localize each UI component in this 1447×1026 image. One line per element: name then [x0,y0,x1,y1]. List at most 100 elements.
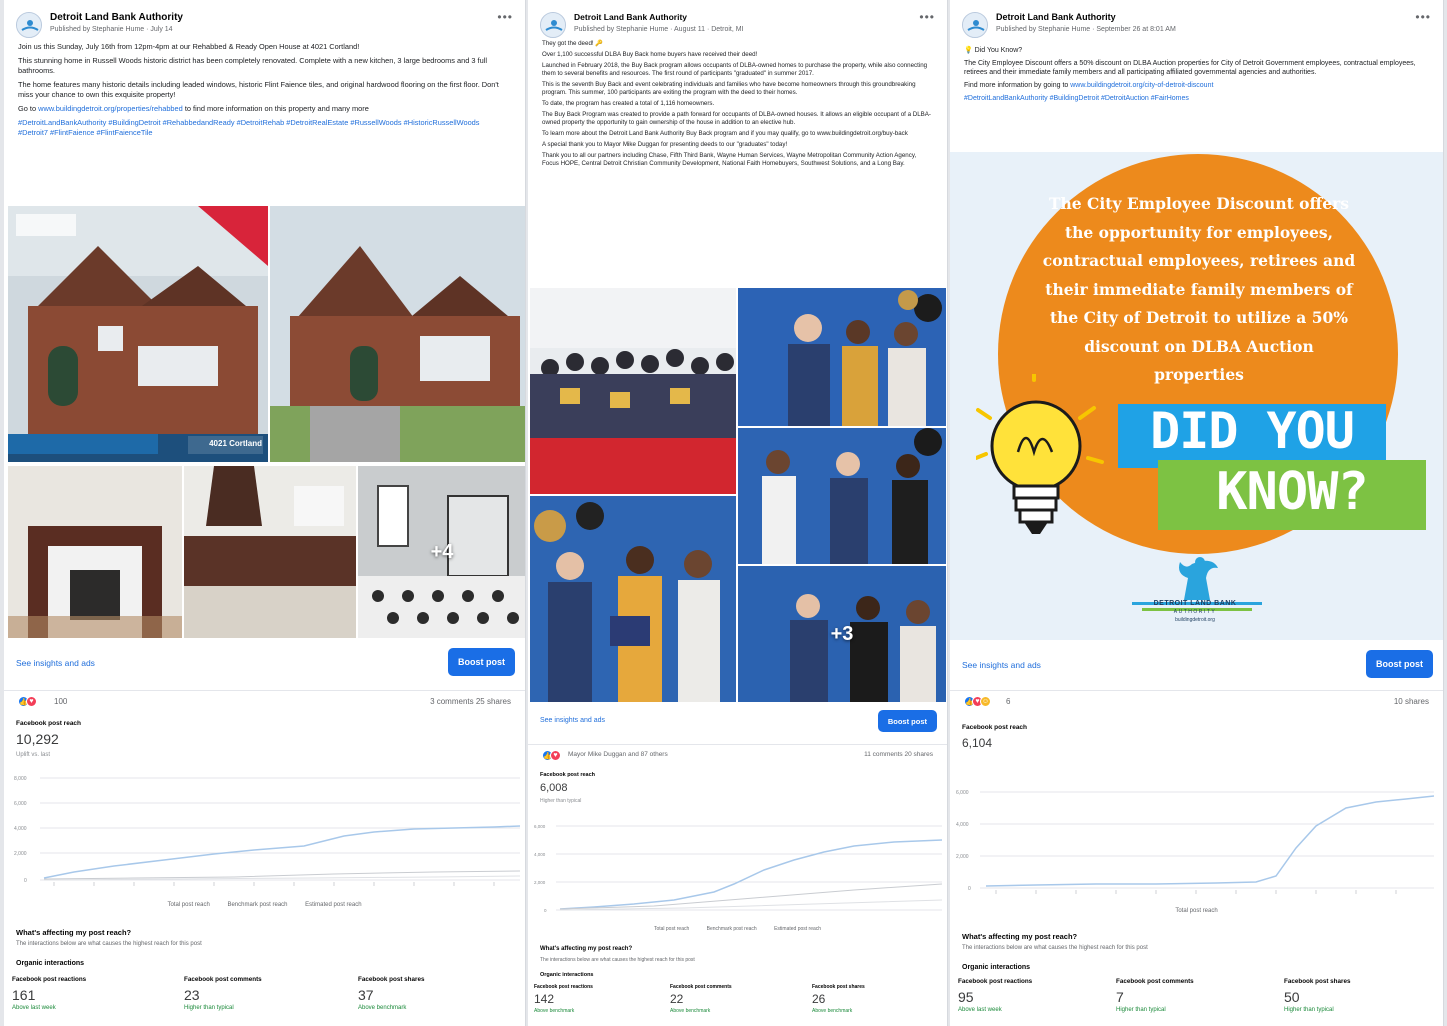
stat-change: Higher than typical [1284,1007,1334,1013]
y-tick: 4,000 [956,822,969,828]
boost-post-button[interactable]: Boost post [877,710,937,732]
more-options-icon[interactable]: ••• [919,10,935,24]
published-line: Published by Stephanie Hume · September … [996,26,1176,33]
logo-url: buildingdetroit.org [1175,617,1215,623]
chart-legend: Total post reach [950,908,1443,914]
more-photos-count[interactable]: +4 [358,466,525,638]
organic-interactions-title: Organic interactions [540,972,594,978]
hashtags[interactable]: #DetroitLandBankAuthority #BuildingDetro… [964,94,1429,103]
logo-subtitle: AUTHORITY [1173,609,1217,615]
chart-legend: Total post reach Benchmark post reach Es… [4,902,525,908]
stat-value: 142 [534,992,555,1006]
boost-post-button[interactable]: Boost post [1366,650,1433,678]
see-insights-link[interactable]: See insights and ads [540,717,605,724]
page-avatar[interactable] [962,12,988,38]
post-actions: See insights and ads Boost post [4,648,525,682]
post-paragraph: They got the deed! 🔑 [542,40,604,47]
see-insights-link[interactable]: See insights and ads [16,658,95,668]
comments-shares-count[interactable]: 11 comments 20 shares [864,751,933,758]
y-tick: 4,000 [14,826,27,832]
chart-legend: Total post reach Benchmark post reach Es… [528,926,947,932]
post-text: Join us this Sunday, July 16th from 12pm… [4,40,525,137]
photo-deed-handoff[interactable]: +3 [738,566,946,702]
stat-change: Above benchmark [534,1008,575,1014]
reach-chart: 8,000 6,000 4,000 2,000 0 [14,768,520,894]
post-paragraph: Join us this Sunday, July 16th from 12pm… [18,42,360,51]
photo-fireplace[interactable] [8,466,182,638]
legend-item: Benchmark post reach [706,926,757,932]
stat-shares: Facebook post shares 37 Above benchmark [358,976,425,1011]
published-line: Published by Stephanie Hume · August 11 … [574,26,744,33]
post-header: Detroit Land Bank Authority Published by… [950,0,1443,40]
photo-deed-presentation[interactable] [738,288,946,426]
photo-handshake[interactable] [738,428,946,564]
reactions-row: 👍 ♥ 100 3 comments 25 shares [4,690,525,708]
y-tick: 6,000 [534,824,546,829]
photo-group[interactable] [530,288,736,494]
stat-value: 161 [12,987,36,1003]
property-link[interactable]: www.buildingdetroit.org/properties/rehab… [38,104,183,113]
page-name[interactable]: Detroit Land Bank Authority [50,12,183,23]
shares-count[interactable]: 10 shares [1394,697,1429,706]
post-paragraph: Launched in February 2018, the Buy Back … [542,62,928,77]
comments-shares-count[interactable]: 3 comments 25 shares [430,697,511,706]
love-icon: ♥ [26,696,37,707]
reaction-count[interactable]: 6 [1006,697,1010,706]
stat-change: Above benchmark [358,1005,407,1011]
stat-value: 95 [958,989,974,1005]
see-insights-link[interactable]: See insights and ads [962,660,1041,670]
stat-reactions: Facebook post reactions 95 Above last we… [958,978,1032,1013]
stat-label: Facebook post comments [184,976,262,983]
discount-link[interactable]: www.buildingdetroit.org/city-of-detroit-… [1070,82,1213,89]
stat-value: 23 [184,987,200,1003]
y-tick: 0 [544,908,547,913]
graphic-headline: The City Employee Discount offers the op… [1042,194,1356,384]
stat-value: 22 [670,992,684,1006]
y-tick: 2,000 [956,854,969,860]
reaction-icons[interactable]: 👍 ♥ [542,750,561,761]
stat-reactions: Facebook post reactions 161 Above last w… [12,976,86,1011]
did-you-know-graphic[interactable]: The City Employee Discount offers the op… [950,152,1443,640]
reach-value: 6,008 [540,782,568,794]
post-paragraph: A special thank you to Mayor Mike Duggan… [542,141,788,148]
affecting-title[interactable]: What's affecting my post reach? [540,946,632,952]
affecting-title[interactable]: What's affecting my post reach? [16,928,131,937]
more-options-icon[interactable]: ••• [1415,10,1431,24]
photo-deed-trio[interactable] [530,496,736,702]
post-paragraph-link: Find more information by going to www.bu… [964,81,1429,90]
post-text: 💡 Did You Know? The City Employee Discou… [950,40,1443,103]
stat-value: 7 [1116,989,1124,1005]
hashtags[interactable]: #DetroitLandBankAuthority #BuildingDetro… [18,118,511,137]
reaction-count[interactable]: 100 [54,697,67,706]
post-header: Detroit Land Bank Authority Published by… [4,0,525,40]
reaction-icons[interactable]: 👍 ♥ [18,696,37,707]
reaction-count[interactable]: Mayor Mike Duggan and 87 others [568,751,668,758]
photo-house-side[interactable] [270,206,525,462]
post-card-open-house: Detroit Land Bank Authority Published by… [4,0,526,1026]
page-avatar[interactable] [16,12,42,38]
legend-item: Total post reach [1175,908,1218,914]
photo-kitchen[interactable] [184,466,356,638]
more-photos-count[interactable]: +3 [738,566,946,702]
affecting-title[interactable]: What's affecting my post reach? [962,932,1077,941]
lightbulb-icon [976,374,1104,534]
stat-label: Facebook post comments [1116,978,1194,985]
stat-comments: Facebook post comments 22 Above benchmar… [670,984,732,1014]
stat-label: Facebook post shares [358,976,425,983]
page-avatar[interactable] [540,12,566,38]
more-options-icon[interactable]: ••• [497,10,513,24]
page-name[interactable]: Detroit Land Bank Authority [574,12,687,22]
reaction-icons[interactable]: 👍 ♥ ☺ [964,696,991,707]
stat-label: Facebook post reactions [12,976,87,983]
post-paragraph: The City Employee Discount offers a 50% … [964,60,1416,76]
boost-post-button[interactable]: Boost post [448,648,515,676]
page-name[interactable]: Detroit Land Bank Authority [996,12,1116,22]
reactions-row: 👍 ♥ Mayor Mike Duggan and 87 others 11 c… [528,744,947,762]
post-paragraph: 💡 Did You Know? [964,47,1023,54]
published-line: Published by Stephanie Hume · July 14 [50,26,173,33]
stat-change: Above benchmark [812,1008,853,1014]
legend-item: Estimated post reach [305,902,362,908]
photo-house-front[interactable]: 4021 Cortland [8,206,268,462]
post-paragraph: To date, the program has created a total… [542,100,715,107]
photo-bathroom[interactable]: +4 [358,466,525,638]
